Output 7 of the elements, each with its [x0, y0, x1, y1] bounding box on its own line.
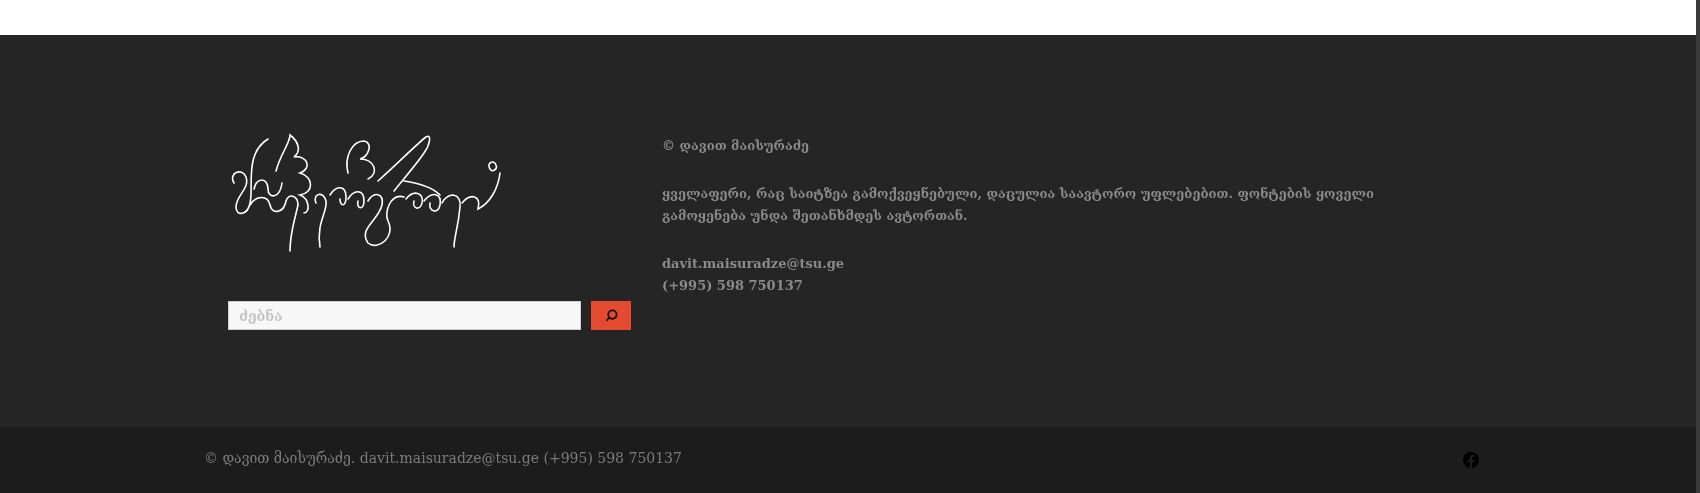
rights-notice: ყველაფერი, რაც საიტზეა გამოქვეყნებული, დაცულია საავტორო უფლებებით. ფონტების ყოველი გამოყენება უნდა შეთანხმდეს ავტორთან.: [662, 185, 1375, 225]
phone-text: (+995) 598 750137: [662, 278, 803, 293]
search-button[interactable]: [591, 301, 631, 330]
search-icon: [604, 309, 618, 322]
footer-text: © დავით მაისურაძე. davit.maisuradze@tsu.ge (+995) 598 750137: [204, 448, 682, 468]
email-text: davit.maisuradze@tsu.ge: [662, 256, 845, 271]
copyright-text: © დავით მაისურაძე: [662, 137, 810, 155]
